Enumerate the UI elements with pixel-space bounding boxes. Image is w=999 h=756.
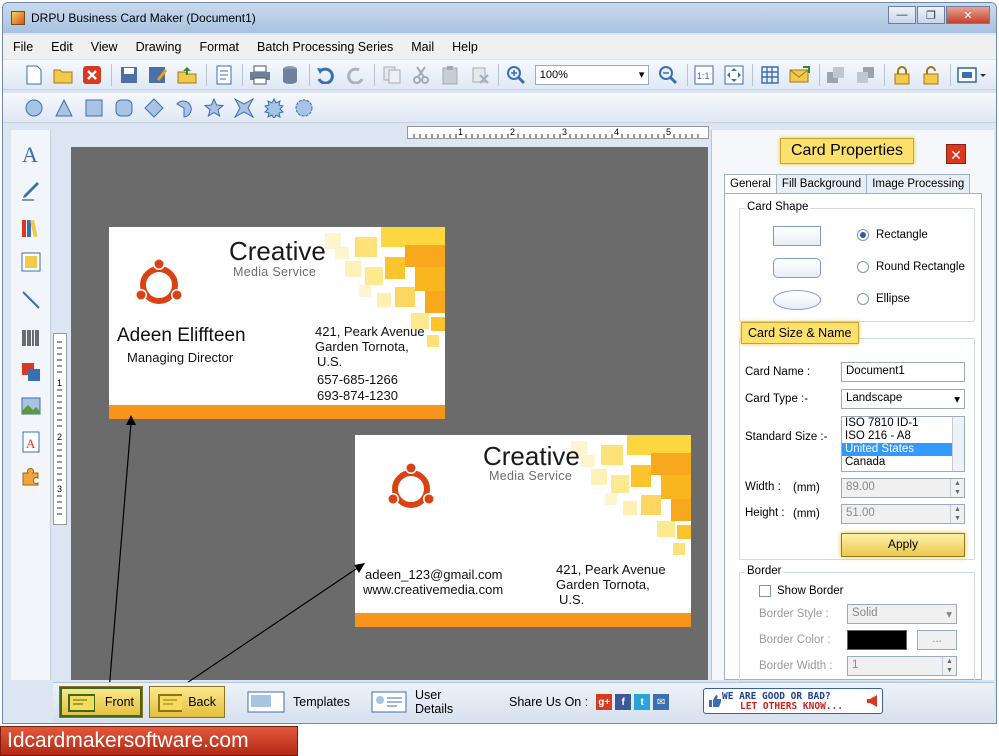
card-type-value: Landscape [846,392,903,404]
templates-icon [247,691,285,713]
brand-banner[interactable]: Idcardmakersoftware.com [0,726,298,756]
panel-tabs: General Fill Background Image Processing [724,174,971,194]
border-color-swatch[interactable] [847,630,907,650]
border-style-value: Solid [852,607,878,619]
card-type-select[interactable]: Landscape ▾ [841,389,965,409]
thumbs-up-icon [709,695,721,707]
width-label: Width : [745,481,781,493]
width-unit: (mm) [793,482,820,494]
border-color-button[interactable]: ... [917,630,957,650]
radio-ellipse[interactable]: Ellipse [857,293,910,305]
panel-title: Card Properties [780,138,915,164]
width-value: 89.00 [846,481,875,493]
border-width-label: Border Width : [759,660,833,672]
height-value: 51.00 [846,507,875,519]
twitter-icon[interactable]: t [634,694,651,710]
chevron-down-icon: ▾ [946,609,952,621]
user-details-icon [371,691,407,713]
radio-dot [857,229,869,241]
radio-dot [857,293,869,305]
radio-label: Ellipse [876,293,910,305]
border-style-select[interactable]: Solid ▾ [847,604,957,624]
card-size-name-label: Card Size & Name [741,322,859,344]
card-name-label: Card Name : [745,366,811,378]
checkbox-label: Show Border [777,585,844,597]
list-item[interactable]: ISO 7810 ID-1 [842,417,964,430]
app-window: DRPU Business Card Maker (Document1) — ❐… [2,2,997,724]
height-input[interactable]: 51.00 ▲ ▼ [841,504,965,524]
list-item-selected[interactable]: United States [842,443,964,456]
width-input[interactable]: 89.00 ▲ ▼ [841,478,965,498]
border-width-input[interactable]: 1 ▲ ▼ [847,656,957,676]
back-label: Back [188,695,216,709]
panel-close-icon[interactable]: ✕ [946,144,966,164]
standard-size-label: Standard Size :- [745,431,828,443]
border-style-label: Border Style : [759,608,829,620]
card-back-icon [158,694,183,712]
share-label: Share Us On : [509,695,589,709]
templates-label: Templates [293,695,350,709]
list-item[interactable]: Canada [842,456,964,469]
card-shape-label: Card Shape [745,201,811,213]
feedback-line2: LET OTHERS KNOW... [740,701,843,712]
card-name-input[interactable]: Document1 [841,362,965,382]
round-rectangle-preview [773,258,821,278]
front-label: Front [104,695,134,709]
radio-round-rectangle[interactable]: Round Rectangle [857,261,965,273]
facebook-icon[interactable]: f [615,694,632,710]
standard-size-list[interactable]: ISO 7810 ID-1 ISO 216 - A8 United States… [841,416,965,472]
user-details-label: User Details [414,688,454,716]
show-border-checkbox[interactable]: Show Border [759,585,843,597]
radio-dot [857,261,869,273]
templates-button[interactable]: Templates [247,686,357,718]
general-tab-pane: Card Shape Rectangle Round Rectangle Ell… [724,193,982,682]
bottom-bar: Front Back Templates User Details Share … [53,682,994,722]
card-type-label: Card Type :- [745,393,809,405]
share-icon[interactable]: ✉ [653,694,670,710]
front-button[interactable]: Front [59,686,143,718]
chevron-down-icon: ▾ [954,394,960,406]
tab-fill-background[interactable]: Fill Background [775,174,868,194]
border-color-label: Border Color : [759,634,831,646]
border-width-value: 1 [852,659,859,671]
user-details-button[interactable]: User Details [371,686,483,718]
spinner-icon[interactable]: ▲ ▼ [950,505,964,523]
tab-image-processing[interactable]: Image Processing [866,174,971,194]
radio-rectangle[interactable]: Rectangle [857,229,928,241]
checkbox-box [759,585,771,597]
rectangle-preview [773,226,821,246]
back-button[interactable]: Back [149,686,225,718]
height-unit: (mm) [793,508,820,520]
tab-general[interactable]: General [724,174,777,194]
megaphone-icon [867,695,877,707]
radio-label: Round Rectangle [876,261,965,273]
spinner-icon[interactable]: ▲ ▼ [950,479,964,497]
card-front-icon [68,694,95,712]
ellipse-preview [773,290,821,310]
apply-button[interactable]: Apply [841,533,965,557]
border-label: Border [745,565,784,577]
share-section: Share Us On : g+ f t ✉ [509,686,689,718]
radio-label: Rectangle [876,229,928,241]
list-scrollbar[interactable] [952,417,964,471]
spinner-icon[interactable]: ▲ ▼ [942,657,956,675]
list-item[interactable]: ISO 216 - A8 [842,430,964,443]
height-label: Height : [745,507,785,519]
google-plus-icon[interactable]: g+ [596,694,613,710]
card-properties-panel: Card Properties ✕ General Fill Backgroun… [711,130,994,682]
feedback-button[interactable]: WE ARE GOOD OR BAD? LET OTHERS KNOW... [703,688,883,714]
